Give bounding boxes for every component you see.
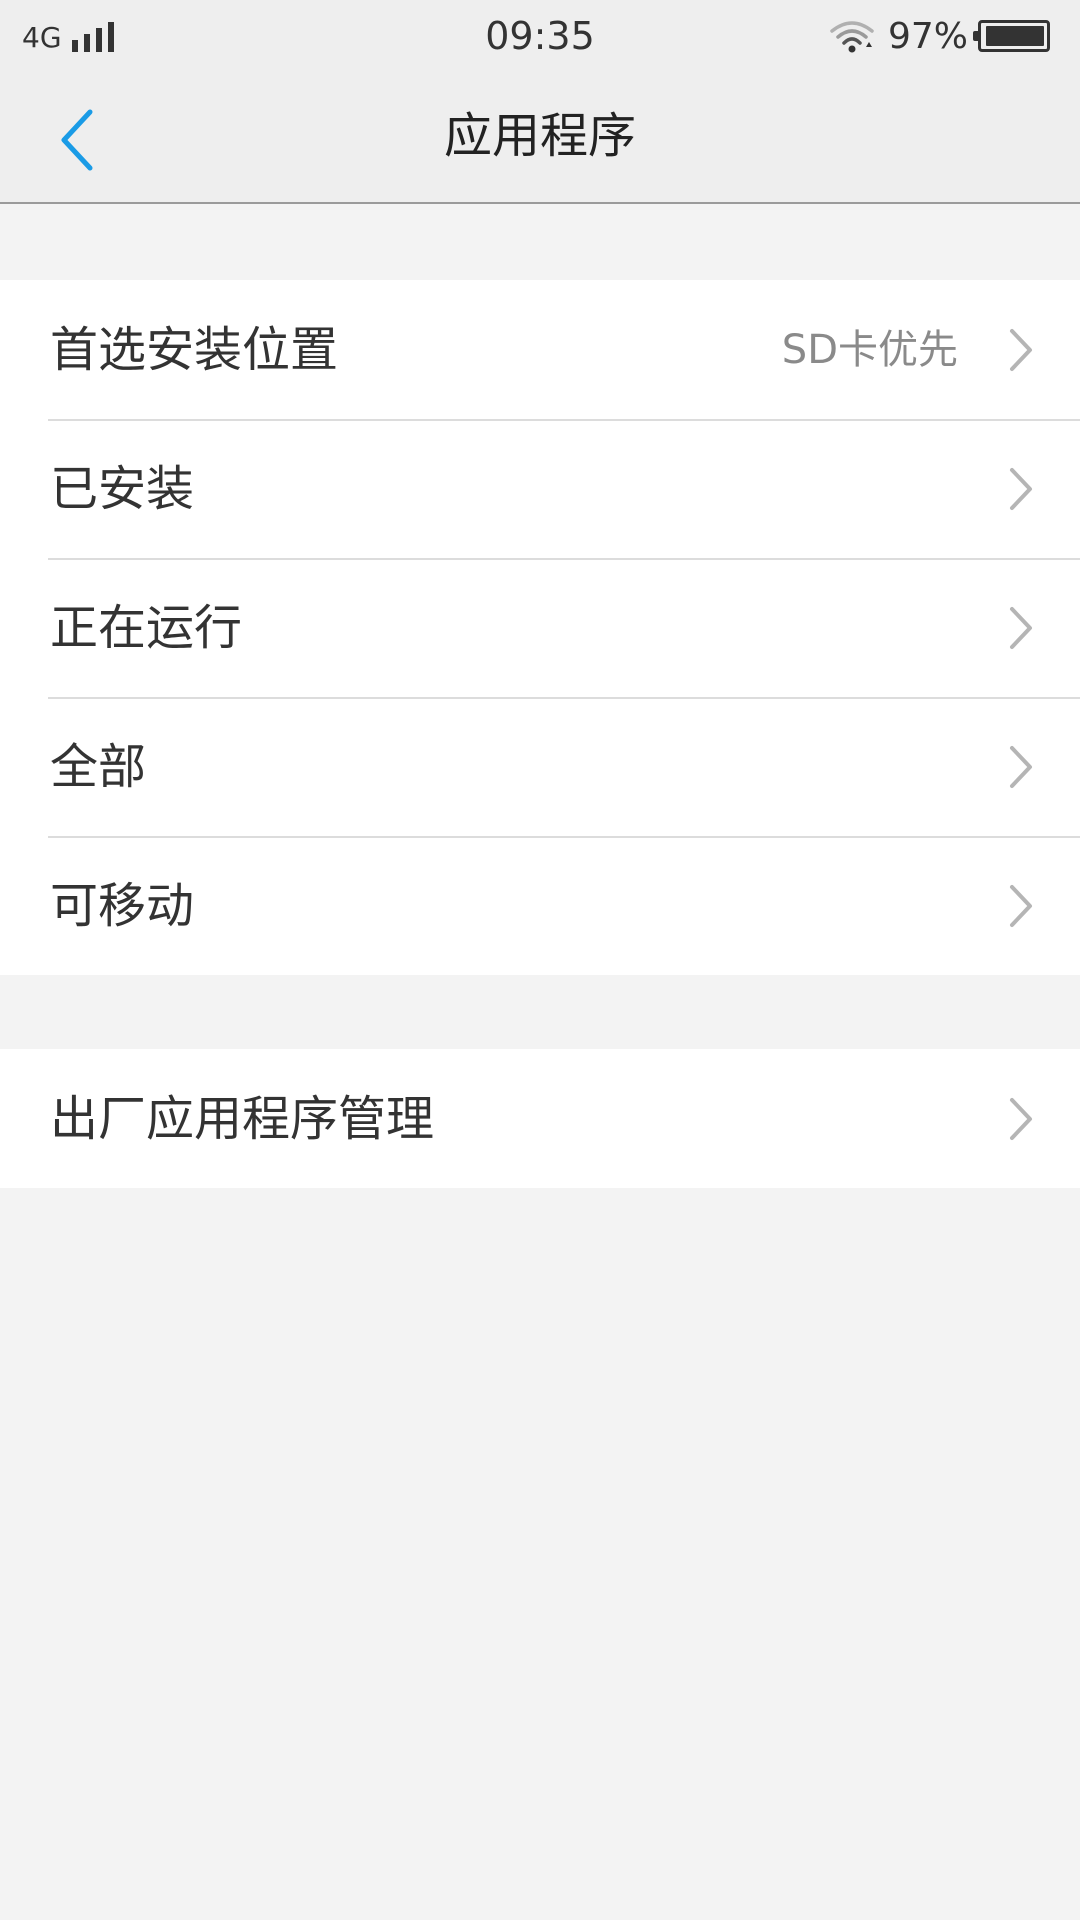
status-bar: 4G 09:35 97% bbox=[0, 0, 1080, 70]
settings-row-installed[interactable]: 已安装 bbox=[0, 419, 1080, 558]
chevron-right-icon bbox=[1010, 1097, 1032, 1140]
chevron-right-icon bbox=[1010, 467, 1032, 510]
row-value: SD卡优先 bbox=[781, 326, 958, 373]
page-title: 应用程序 bbox=[443, 108, 636, 164]
row-label: 首选安装位置 bbox=[50, 321, 339, 378]
battery-percent: 97% bbox=[887, 15, 968, 57]
chevron-right-icon bbox=[1010, 745, 1032, 788]
chevron-right-icon bbox=[1010, 328, 1032, 371]
status-right: 97% bbox=[830, 14, 1050, 58]
wifi-icon bbox=[830, 21, 874, 53]
settings-row-factory-apps[interactable]: 出厂应用程序管理 bbox=[0, 1049, 1080, 1188]
settings-row-movable[interactable]: 可移动 bbox=[0, 836, 1080, 975]
settings-row-running[interactable]: 正在运行 bbox=[0, 558, 1080, 697]
battery-level-fill bbox=[986, 26, 1044, 46]
app-header: 应用程序 bbox=[0, 70, 1080, 204]
row-label: 全部 bbox=[50, 738, 147, 795]
settings-group-factory: 出厂应用程序管理 bbox=[0, 1049, 1080, 1188]
chevron-right-icon bbox=[1010, 884, 1032, 927]
row-label: 已安装 bbox=[50, 460, 195, 517]
settings-group-apps: 首选安装位置 SD卡优先 已安装 正在运行 全部 可移动 bbox=[0, 280, 1080, 975]
row-label: 正在运行 bbox=[50, 599, 243, 656]
row-label: 出厂应用程序管理 bbox=[50, 1090, 435, 1147]
chevron-right-icon bbox=[1010, 606, 1032, 649]
battery-icon bbox=[973, 20, 1050, 52]
settings-row-all[interactable]: 全部 bbox=[0, 697, 1080, 836]
settings-row-install-location[interactable]: 首选安装位置 SD卡优先 bbox=[0, 280, 1080, 419]
row-label: 可移动 bbox=[50, 877, 195, 934]
